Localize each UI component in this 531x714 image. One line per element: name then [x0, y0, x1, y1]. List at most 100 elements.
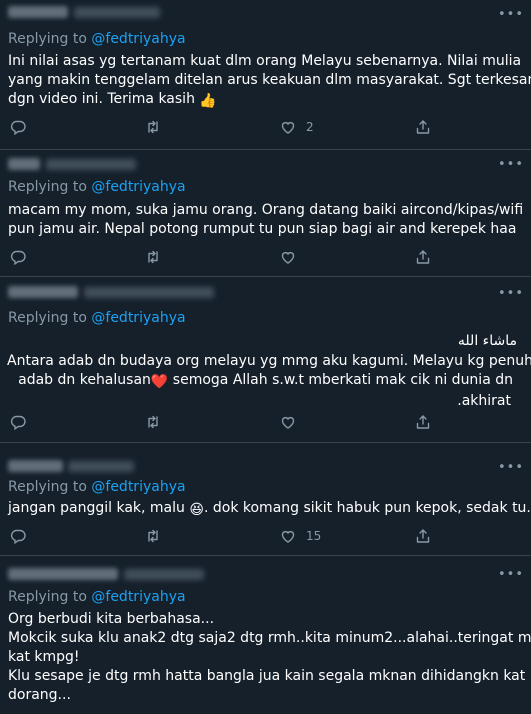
like-button[interactable]: 2 [280, 118, 340, 138]
replying-prefix: Replying to [8, 179, 92, 195]
tweet-actions: 15 [0, 527, 531, 547]
tweet-line: pun jamu air. Nepal potong rumput tu pun… [8, 221, 517, 237]
tweet-line: Org berbudi kita berbahasa... [8, 611, 215, 627]
replying-prefix: Replying to [8, 310, 92, 326]
tweet-line: kat kmpg! [8, 649, 80, 665]
tweet-text: macam my mom, suka jamu orang. Orang dat… [8, 201, 524, 239]
share-button[interactable] [415, 248, 475, 268]
replying-to: Replying to @fedtriyahya [8, 178, 186, 196]
tweet-actions: 2 [0, 118, 531, 138]
more-icon[interactable]: ••• [498, 287, 523, 301]
reply-icon [10, 250, 26, 265]
tweet-line: Mokcik suka klu anak2 dtg saja2 dtg rmh.… [8, 630, 531, 646]
tweet-actions [0, 248, 531, 268]
heart-icon [281, 121, 295, 134]
reply-button[interactable] [10, 413, 70, 433]
reply-tweet[interactable]: ••• Replying to @fedtriyahya jangan pang… [0, 443, 531, 556]
share-icon [416, 415, 430, 429]
reply-button[interactable] [10, 118, 70, 138]
reply-tweet[interactable]: ••• Replying to @fedtriyahya Org berbudi… [0, 556, 531, 714]
thumbs-up-emoji: 👍 [199, 93, 217, 109]
blurred-author-handle [124, 569, 204, 580]
tweet-line-text: semoga Allah s.w.t mberkati mak cik ni d… [172, 372, 513, 388]
like-button[interactable]: 15 [280, 527, 340, 547]
tweet-line: Ini nilai asas yg tertanam kuat dlm oran… [8, 53, 522, 69]
share-icon [416, 250, 430, 264]
replying-handle-link[interactable]: @fedtriyahya [91, 479, 185, 495]
blurred-author-name [8, 6, 68, 18]
retweet-icon [148, 250, 158, 264]
more-icon[interactable]: ••• [498, 461, 523, 475]
tweet-author-header[interactable] [8, 158, 308, 174]
tweet-author-header[interactable] [8, 6, 308, 22]
replying-handle-link[interactable]: @fedtriyahya [91, 179, 185, 195]
tweet-line-text: dgn video ini. Terima kasih [8, 91, 195, 107]
tweet-line: akhirat. [457, 393, 511, 409]
tweet-line: dgn video ini. Terima kasih 👍 [8, 90, 518, 111]
tweet-author-header[interactable] [8, 568, 308, 584]
replying-prefix: Replying to [8, 479, 92, 495]
replying-handle-link[interactable]: @fedtriyahya [91, 31, 185, 47]
tweet-text: ماشاء الله Antara adab dn budaya org mel… [7, 332, 531, 411]
blurred-author-name [8, 286, 78, 298]
tweet-line: yang makin tenggelam ditelan arus keakua… [8, 72, 531, 88]
more-icon[interactable]: ••• [498, 158, 523, 172]
share-button[interactable] [415, 527, 475, 547]
tweet-line-text: . dok komang sikit habuk pun kepok, seda… [203, 500, 531, 516]
reply-button[interactable] [10, 248, 70, 268]
like-button[interactable] [280, 248, 340, 268]
retweet-button[interactable] [145, 118, 205, 138]
retweet-icon [148, 529, 158, 543]
blurred-author-name [8, 460, 63, 472]
tweet-line: macam my mom, suka jamu orang. Orang dat… [8, 202, 524, 218]
tweet-author-header[interactable] [8, 460, 308, 476]
replying-handle-link[interactable]: @fedtriyahya [91, 589, 185, 605]
tweet-line: dorang... [8, 687, 71, 703]
grinning-squinting-face-emoji: 😆 [189, 502, 204, 518]
replying-prefix: Replying to [8, 589, 92, 605]
blurred-author-handle [74, 7, 160, 18]
like-count: 15 [306, 529, 322, 543]
blurred-author-handle [46, 159, 136, 170]
share-button[interactable] [415, 413, 475, 433]
tweet-line: jangan panggil kak, malu 😆. dok komang s… [8, 499, 531, 520]
reply-icon [10, 529, 26, 544]
red-heart-emoji: ❤️ [150, 374, 169, 390]
tweet-arabic-line: ماشاء الله [457, 333, 517, 349]
replying-to: Replying to @fedtriyahya [8, 309, 186, 327]
share-button[interactable] [415, 118, 475, 138]
reply-icon [10, 120, 26, 135]
retweet-button[interactable] [145, 248, 205, 268]
more-icon[interactable]: ••• [498, 568, 523, 582]
tweet-line: Klu sesape je dtg rmh hatta bangla jua k… [8, 668, 526, 684]
tweet-line: Antara adab dn budaya org melayu yg mmg … [7, 353, 531, 369]
tweet-author-header[interactable] [8, 286, 308, 302]
share-icon [416, 120, 430, 134]
tweet-text: jangan panggil kak, malu 😆. dok komang s… [8, 499, 531, 520]
replying-handle-link[interactable]: @fedtriyahya [91, 310, 185, 326]
replying-to: Replying to @fedtriyahya [8, 478, 186, 496]
heart-icon [281, 416, 295, 429]
blurred-author-handle [68, 461, 134, 472]
retweet-icon [148, 120, 158, 134]
blurred-author-name [8, 158, 40, 170]
replying-to: Replying to @fedtriyahya [8, 588, 186, 606]
replying-to: Replying to @fedtriyahya [8, 30, 186, 48]
retweet-button[interactable] [145, 527, 205, 547]
heart-icon [281, 251, 295, 264]
reply-tweet[interactable]: ••• Replying to @fedtriyahya ماشاء الله … [0, 277, 531, 443]
heart-icon [281, 530, 295, 543]
replying-prefix: Replying to [8, 31, 92, 47]
blurred-author-name [8, 568, 118, 580]
like-button[interactable] [280, 413, 340, 433]
retweet-button[interactable] [145, 413, 205, 433]
reply-tweet[interactable]: ••• Replying to @fedtriyahya Ini nilai a… [0, 0, 531, 150]
more-icon[interactable]: ••• [498, 8, 523, 22]
reply-tweet[interactable]: ••• Replying to @fedtriyahya macam my mo… [0, 150, 531, 277]
tweet-line-text: adab dn kehalusan [18, 372, 151, 388]
reply-button[interactable] [10, 527, 70, 547]
blurred-author-handle [84, 287, 214, 298]
like-count: 2 [306, 120, 314, 134]
tweet-actions [0, 413, 531, 433]
tweet-line-text: jangan panggil kak, malu [8, 500, 185, 516]
